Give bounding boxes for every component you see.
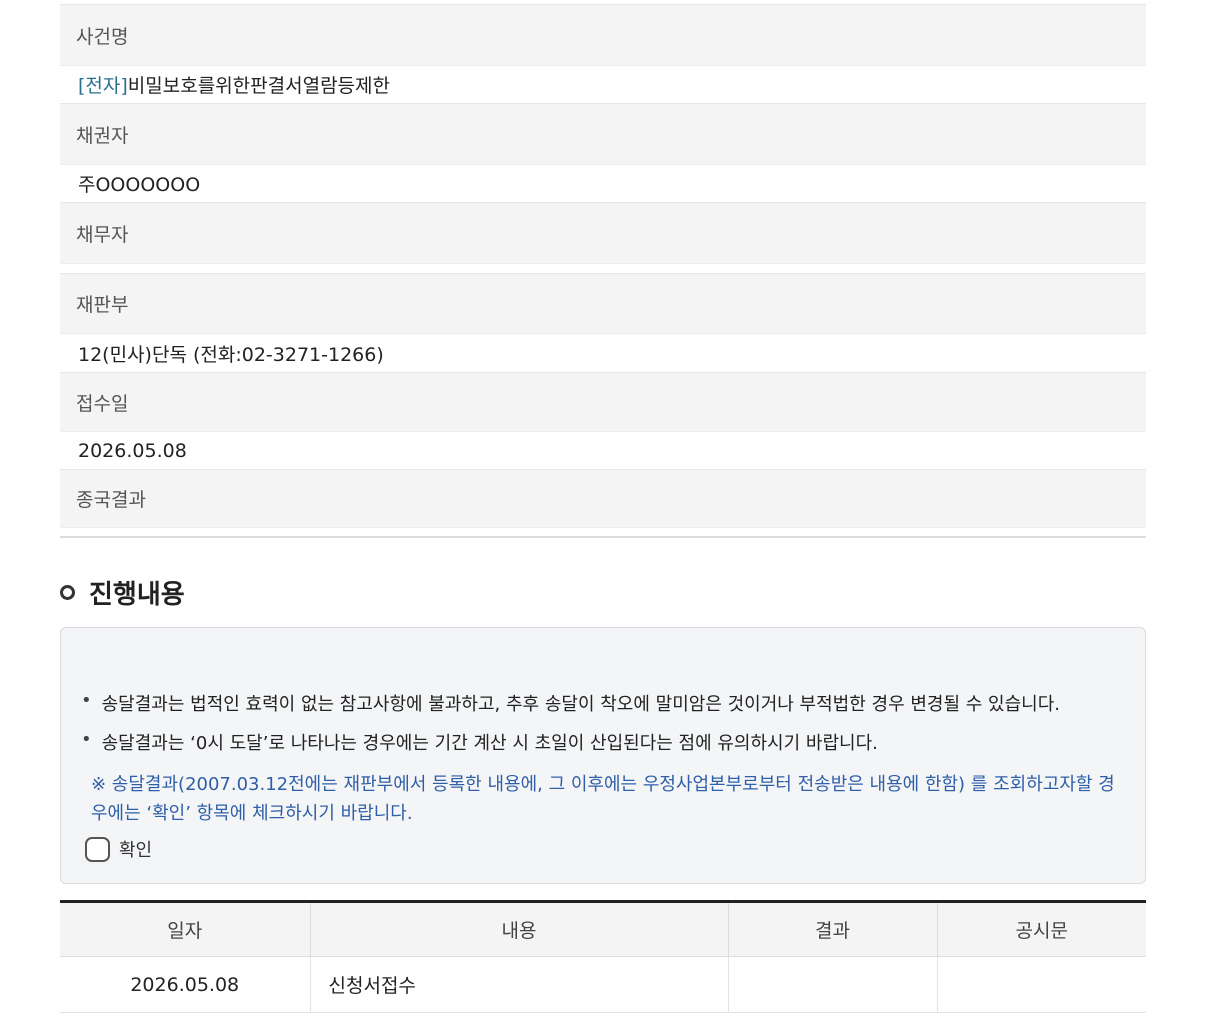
divider (60, 536, 1146, 538)
case-name-value: 비밀보호를위한판결서열람등제한 (127, 75, 390, 97)
row-gap (60, 527, 1146, 536)
progress-table: 일자 내용 결과 공시문 2026.05.08 신청서접수 (60, 900, 1146, 1013)
header-notice: 공시문 (936, 901, 1146, 957)
court-label: 재판부 (60, 273, 1146, 333)
section-title-progress: 진행내용 (60, 574, 185, 611)
electronic-tag: [전자] (78, 75, 128, 97)
creditor-value: 주OOOOOOO (60, 164, 1146, 202)
cell-content: 신청서접수 (309, 956, 728, 1013)
final-result-label: 종국결과 (60, 469, 1146, 527)
notice-box: • 송달결과는 법적인 효력이 없는 참고사항에 불과하고, 추후 송달이 착오… (60, 627, 1146, 884)
header-date: 일자 (60, 901, 310, 957)
table-header-row: 일자 내용 결과 공시문 (60, 901, 1146, 957)
notice-bullet: • 송달결과는 ‘0시 도달’로 나타나는 경우에는 기간 계산 시 초일이 산… (81, 729, 878, 755)
court-value: 12(민사)단독 (전화:02-3271-1266) (60, 333, 1146, 372)
confirm-label: 확인 (119, 840, 153, 861)
header-content: 내용 (309, 901, 728, 957)
notice-text: 송달결과는 법적인 효력이 없는 참고사항에 불과하고, 추후 송달이 착오에 … (101, 694, 1061, 715)
confirm-checkbox-control[interactable]: 확인 (85, 836, 152, 862)
case-name-row: [전자] 비밀보호를위한판결서열람등제한 (60, 65, 1146, 103)
table-row: 2026.05.08 신청서접수 (60, 956, 1146, 1013)
case-name-label: 사건명 (60, 4, 1146, 65)
case-info-table: 사건명 [전자] 비밀보호를위한판결서열람등제한 채권자 주OOOOOOO 채무자… (60, 0, 1146, 538)
bullet-dot-icon: • (81, 690, 92, 711)
header-result: 결과 (727, 901, 937, 957)
debtor-label: 채무자 (60, 202, 1146, 263)
receipt-date-label: 접수일 (60, 372, 1146, 431)
confirm-checkbox[interactable] (85, 836, 110, 862)
notice-bullet: • 송달결과는 법적인 효력이 없는 참고사항에 불과하고, 추후 송달이 착오… (81, 690, 1060, 716)
notice-note: ※ 송달결과(2007.03.12전에는 재판부에서 등록한 내용에, 그 이후… (91, 774, 1115, 824)
cell-notice (936, 956, 1146, 1013)
circle-bullet-icon (60, 585, 75, 600)
notice-text: 송달결과는 ‘0시 도달’로 나타나는 경우에는 기간 계산 시 초일이 산입된… (101, 733, 878, 754)
section-title-text: 진행내용 (89, 580, 185, 610)
creditor-label: 채권자 (60, 103, 1146, 164)
cell-date: 2026.05.08 (60, 956, 310, 1013)
cell-result (727, 956, 937, 1013)
receipt-date-value: 2026.05.08 (60, 431, 1146, 469)
bullet-dot-icon: • (81, 729, 92, 750)
row-gap (60, 263, 1146, 273)
